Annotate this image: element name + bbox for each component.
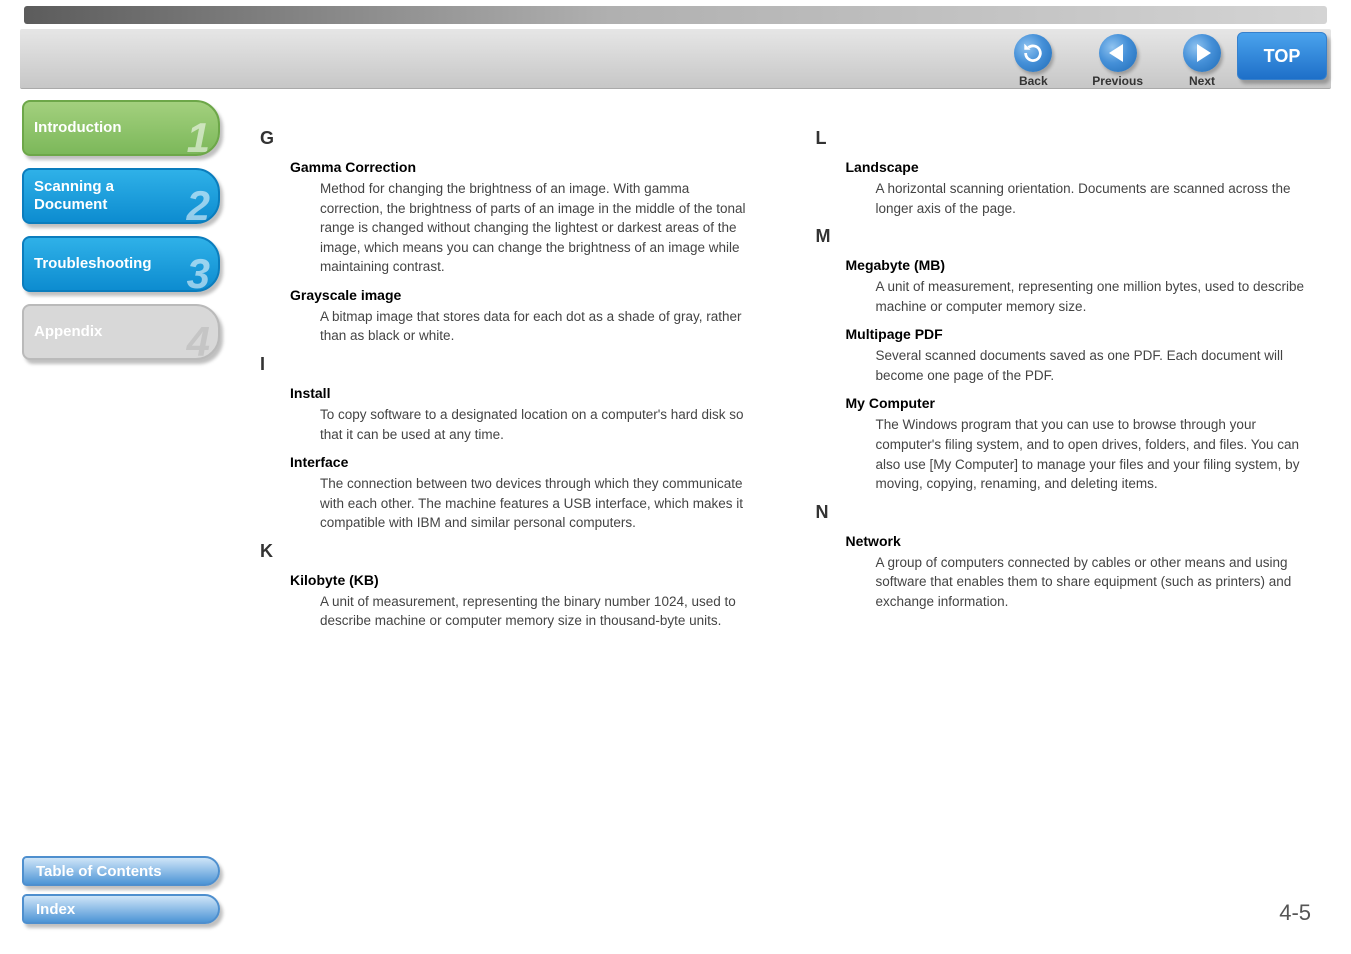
sidebar-item-number: 1: [187, 114, 210, 156]
glossary-left-column: G Gamma Correction Method for changing the…: [260, 120, 756, 639]
glossary-letter-heading: N: [816, 502, 1312, 523]
header-gradient-bar: [24, 6, 1327, 24]
glossary-definition: The Windows program that you can use to …: [876, 415, 1312, 493]
glossary-term: My Computer: [846, 395, 1312, 411]
glossary-term: Kilobyte (KB): [290, 572, 756, 588]
nav-controls: Back Previous Next: [1014, 34, 1221, 88]
sidebar-item-appendix[interactable]: Appendix 4: [22, 304, 220, 360]
sidebar-item-introduction[interactable]: Introduction 1: [22, 100, 220, 156]
sidebar: Introduction 1 Scanning a Document 2 Tro…: [22, 100, 220, 372]
sidebar-item-label: Troubleshooting: [34, 255, 208, 273]
previous-icon: [1099, 34, 1137, 72]
glossary-definition: The connection between two devices throu…: [320, 474, 756, 533]
glossary-term: Landscape: [846, 159, 1312, 175]
glossary-definition: Several scanned documents saved as one P…: [876, 346, 1312, 385]
glossary-right-column: L Landscape A horizontal scanning orientat…: [816, 120, 1312, 639]
glossary-definition: A group of computers connected by cables…: [876, 553, 1312, 612]
previous-button[interactable]: Previous: [1092, 34, 1143, 88]
glossary-definition: To copy software to a designated locatio…: [320, 405, 756, 444]
sidebar-item-label: Introduction: [34, 119, 208, 137]
sidebar-item-number: 4: [187, 318, 210, 360]
page-number: 4-5: [1279, 900, 1311, 926]
sidebar-item-number: 2: [187, 182, 210, 224]
sidebar-item-label: Scanning a Document: [34, 178, 208, 214]
glossary-definition: Method for changing the brightness of an…: [320, 179, 756, 277]
glossary-letter-heading: I: [260, 354, 756, 375]
glossary-definition: A bitmap image that stores data for each…: [320, 307, 756, 346]
glossary-term: Grayscale image: [290, 287, 756, 303]
back-button[interactable]: Back: [1014, 34, 1052, 88]
top-button[interactable]: TOP: [1237, 32, 1327, 80]
glossary-term: Install: [290, 385, 756, 401]
table-of-contents-button[interactable]: Table of Contents: [22, 856, 220, 886]
glossary-letter-heading: K: [260, 541, 756, 562]
next-button[interactable]: Next: [1183, 34, 1221, 88]
glossary-term: Interface: [290, 454, 756, 470]
glossary-letter-heading: G: [260, 128, 756, 149]
glossary-term: Network: [846, 533, 1312, 549]
sidebar-item-label: Appendix: [34, 323, 208, 341]
sidebar-item-troubleshooting[interactable]: Troubleshooting 3: [22, 236, 220, 292]
header: Back Previous Next TOP: [0, 0, 1351, 90]
sidebar-bottom-links: Table of Contents Index: [22, 848, 220, 924]
next-label: Next: [1189, 74, 1215, 88]
back-icon: [1014, 34, 1052, 72]
glossary-definition: A horizontal scanning orientation. Docum…: [876, 179, 1312, 218]
sidebar-item-number: 3: [187, 250, 210, 292]
glossary-term: Multipage PDF: [846, 326, 1312, 342]
index-button[interactable]: Index: [22, 894, 220, 924]
previous-label: Previous: [1092, 74, 1143, 88]
glossary-letter-heading: M: [816, 226, 1312, 247]
glossary-definition: A unit of measurement, representing the …: [320, 592, 756, 631]
sidebar-item-scanning[interactable]: Scanning a Document 2: [22, 168, 220, 224]
glossary-definition: A unit of measurement, representing one …: [876, 277, 1312, 316]
glossary-term: Gamma Correction: [290, 159, 756, 175]
glossary-content: G Gamma Correction Method for changing the…: [260, 120, 1311, 639]
back-label: Back: [1019, 74, 1048, 88]
glossary-term: Megabyte (MB): [846, 257, 1312, 273]
next-icon: [1183, 34, 1221, 72]
glossary-letter-heading: L: [816, 128, 1312, 149]
